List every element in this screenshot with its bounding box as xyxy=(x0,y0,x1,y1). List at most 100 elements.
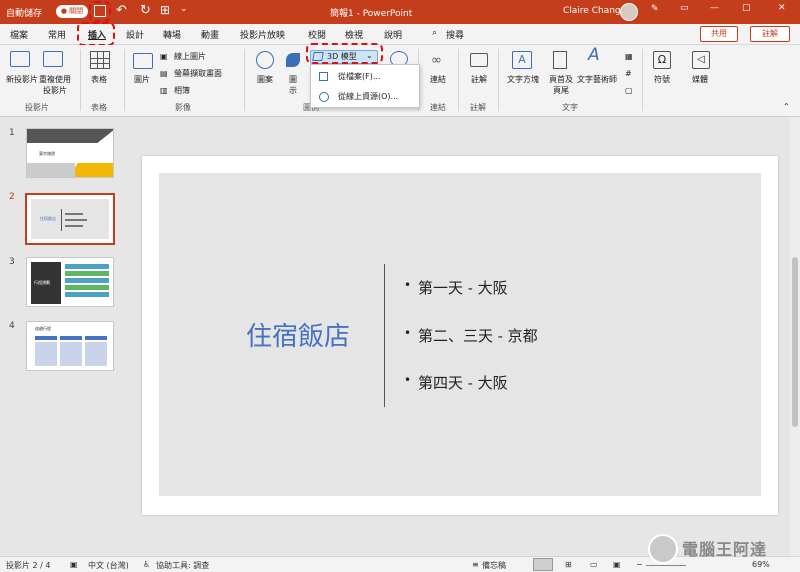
header-footer-icon[interactable] xyxy=(553,51,567,69)
slide-thumbnail-1[interactable]: 東京旅遊 xyxy=(26,128,114,178)
icons-button[interactable]: 圖示 xyxy=(289,74,299,96)
table-button[interactable]: 表格 xyxy=(91,74,107,85)
watermark-text: 電腦王阿達 xyxy=(682,540,768,559)
slide-sorter-icon[interactable]: ⊞ xyxy=(565,560,572,569)
tab-view[interactable]: 檢視 xyxy=(345,28,363,41)
spelling-icon[interactable]: ▣ xyxy=(70,560,78,569)
zoom-level[interactable]: 69% xyxy=(752,560,770,569)
share-button[interactable]: 共用 xyxy=(700,26,738,42)
ribbon-tabs: 檔案 常用 插入 設計 轉場 動畫 投影片放映 校閱 檢視 說明 ⌕ 搜尋 共用… xyxy=(0,24,800,45)
icons-icon[interactable] xyxy=(286,53,300,67)
textbox-icon[interactable]: A xyxy=(512,51,532,69)
notes-button[interactable]: 備忘稿 xyxy=(482,560,506,571)
scrollbar-thumb[interactable] xyxy=(792,257,798,427)
tab-review[interactable]: 校閱 xyxy=(308,28,326,41)
autosave-label: 自動儲存 xyxy=(6,9,43,19)
maximize-icon[interactable]: ▢ xyxy=(742,3,751,13)
media-icon[interactable]: ◁ xyxy=(692,51,710,69)
customize-qat-icon[interactable]: ⌄ xyxy=(180,4,188,14)
tab-transitions[interactable]: 轉場 xyxy=(163,28,181,41)
tab-animations[interactable]: 動畫 xyxy=(201,28,219,41)
minimize-icon[interactable]: — xyxy=(710,3,719,13)
thumbnail-number: 1 xyxy=(9,128,15,138)
collapse-ribbon-icon[interactable]: ⌃ xyxy=(783,101,790,112)
cube-icon xyxy=(319,72,328,81)
ribbon-separator xyxy=(458,49,459,111)
wordart-icon[interactable]: A xyxy=(588,47,600,64)
slide-bullet[interactable]: 第四天 - 大阪 xyxy=(418,372,508,393)
normal-view-icon[interactable] xyxy=(533,558,553,571)
date-time-icon[interactable]: ▦ xyxy=(625,51,633,62)
online-pictures-button[interactable]: 線上圖片 xyxy=(174,51,206,62)
wordart-button[interactable]: 文字藝術師 xyxy=(577,74,617,85)
reuse-slide-icon[interactable] xyxy=(43,51,63,67)
slide-thumbnail-4[interactable]: 這趟行程 xyxy=(26,321,114,371)
autosave-toggle[interactable]: ● 關閉 xyxy=(56,5,88,18)
pen-icon[interactable]: ✎ xyxy=(651,4,659,14)
link-button[interactable]: 連結 xyxy=(430,74,446,85)
tab-design[interactable]: 設計 xyxy=(126,28,144,41)
vertical-scrollbar[interactable] xyxy=(790,117,800,556)
close-icon[interactable]: ✕ xyxy=(778,3,786,13)
online-picture-icon[interactable]: ▣ xyxy=(160,51,168,62)
tab-help[interactable]: 說明 xyxy=(384,28,402,41)
user-name[interactable]: Claire Chang xyxy=(563,6,621,16)
slide-thumbnail-2[interactable]: 住宿飯店 xyxy=(25,193,115,245)
thumbnail-number: 2 xyxy=(9,192,15,202)
ribbon-display-icon[interactable]: ▭ xyxy=(680,3,689,13)
language-status[interactable]: 中文 (台灣) xyxy=(88,560,129,571)
table-icon[interactable] xyxy=(90,51,110,69)
textbox-button[interactable]: 文字方塊 xyxy=(507,74,539,85)
insert-tab-highlight xyxy=(77,22,115,46)
reuse-slides-button[interactable]: 重複使用投影片 xyxy=(36,74,74,96)
notes-icon[interactable]: ≡ xyxy=(472,560,479,569)
ribbon-separator xyxy=(498,49,499,111)
group-links-label: 連結 xyxy=(430,103,446,112)
new-slide-button[interactable]: 新投影片 xyxy=(6,74,38,85)
current-slide[interactable]: 住宿飯店 • 第一天 - 大阪 • 第二、三天 - 京都 • 第四天 - 大阪 xyxy=(159,173,761,496)
album-icon[interactable]: ▥ xyxy=(160,85,168,96)
tab-file[interactable]: 檔案 xyxy=(10,28,28,41)
accessibility-status[interactable]: 協助工具: 調查 xyxy=(156,560,209,571)
link-icon[interactable]: ∞ xyxy=(431,54,442,67)
zoom-out-icon[interactable]: − xyxy=(636,560,643,569)
avatar[interactable] xyxy=(620,3,638,21)
comment-button[interactable]: 註解 xyxy=(471,74,487,85)
slide-title[interactable]: 住宿飯店 xyxy=(246,316,350,353)
accessibility-icon[interactable]: ♿ xyxy=(143,560,150,569)
zoom-slider[interactable] xyxy=(646,565,686,566)
comments-button[interactable]: 註解 xyxy=(750,26,790,42)
slide-bullet[interactable]: 第二、三天 - 京都 xyxy=(418,325,538,346)
tab-slideshow[interactable]: 投影片放映 xyxy=(240,28,285,41)
title-bar: 自動儲存 ● 關閉 ↶ ↻ ⊞ ⌄ 簡報1 - PowerPoint Clair… xyxy=(0,0,800,24)
globe-icon xyxy=(319,92,329,102)
media-button[interactable]: 媒體 xyxy=(692,74,708,85)
tab-home[interactable]: 常用 xyxy=(48,28,66,41)
slide-thumbnail-3[interactable]: 行程規劃 xyxy=(26,257,114,307)
thumbnail-number: 4 xyxy=(9,321,15,331)
slide-bullet[interactable]: 第一天 - 大阪 xyxy=(418,277,508,298)
comment-icon[interactable] xyxy=(470,53,488,67)
tab-search[interactable]: 搜尋 xyxy=(446,28,464,41)
slide-number-icon[interactable]: # xyxy=(625,68,632,79)
screenshot-button[interactable]: 螢幕擷取畫面 xyxy=(174,68,222,79)
symbols-button[interactable]: 符號 xyxy=(654,74,670,85)
object-icon[interactable]: ▢ xyxy=(625,85,633,96)
undo-icon[interactable]: ↶ xyxy=(116,3,127,18)
picture-icon[interactable] xyxy=(133,53,153,69)
shapes-button[interactable]: 圖案 xyxy=(257,74,273,85)
present-icon[interactable]: ⊞ xyxy=(160,3,170,17)
symbols-icon[interactable]: Ω xyxy=(653,51,671,69)
from-file-item[interactable]: 從檔案(F)... xyxy=(338,71,380,82)
from-online-item[interactable]: 從線上資源(O)... xyxy=(338,91,398,102)
photo-album-button[interactable]: 相簿 xyxy=(174,85,190,96)
shapes-icon[interactable] xyxy=(256,51,274,69)
new-slide-icon[interactable] xyxy=(10,51,30,67)
slideshow-icon[interactable]: ▣ xyxy=(613,560,621,569)
picture-button[interactable]: 圖片 xyxy=(134,74,150,85)
reading-view-icon[interactable]: ▭ xyxy=(590,560,598,569)
search-icon[interactable]: ⌕ xyxy=(432,28,437,38)
screenshot-icon[interactable]: ▤ xyxy=(160,68,168,79)
redo-icon[interactable]: ↻ xyxy=(140,3,151,18)
header-footer-button[interactable]: 頁首及頁尾 xyxy=(548,74,574,96)
